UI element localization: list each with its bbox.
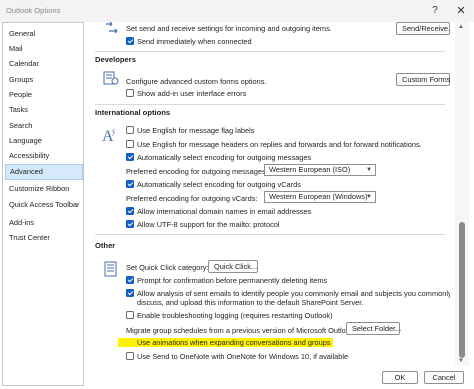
english-flag-labels-label: Use English for message flag labels [137,126,255,135]
send-onenote-checkbox[interactable] [126,352,134,360]
advanced-options-panel: Set send and receive settings for incomi… [90,22,450,366]
prompt-delete-label: Prompt for confirmation before permanent… [137,276,328,285]
svg-text:ÿ: ÿ [112,128,116,136]
scroll-up-icon[interactable]: ▲ [458,24,464,30]
sidebar-item-language[interactable]: Language [9,134,42,147]
auto-encoding-vcards-label: Automatically select encoding for outgoi… [137,180,301,189]
preferred-outgoing-value: Western European (ISO) [269,165,351,174]
quick-click-button[interactable]: Quick Click... [208,260,258,273]
developers-heading: Developers [95,55,136,64]
analysis-sent-label-line2: discuss, and upload this information to … [137,298,364,307]
sidebar-item-customize-ribbon[interactable]: Customize Ribbon [9,182,69,195]
custom-forms-text: Configure advanced custom forms options. [126,77,267,86]
sidebar-item-accessibility[interactable]: Accessibility [9,149,49,162]
chevron-down-icon: ▼ [366,194,372,200]
auto-encoding-outgoing-label: Automatically select encoding for outgoi… [137,153,312,162]
sidebar-item-tasks[interactable]: Tasks [9,103,28,116]
send-receive-button[interactable]: Send/Receive... [396,22,450,35]
send-immediately-label: Send immediately when connected [137,37,252,46]
send-receive-text: Set send and receive settings for incomi… [126,24,332,33]
auto-encoding-outgoing-checkbox[interactable] [126,153,134,161]
send-immediately-checkbox[interactable] [126,37,134,45]
sidebar-item-mail[interactable]: Mail [9,42,23,55]
send-receive-icon [103,22,121,38]
sidebar-item-people[interactable]: People [9,88,32,101]
scroll-down-icon[interactable]: ▼ [458,358,464,364]
divider [95,51,445,52]
other-heading: Other [95,241,116,250]
window-title: Outlook Options [6,6,61,15]
sidebar-item-quick-access-toolbar[interactable]: Quick Access Toolbar [9,198,80,211]
intl-domain-names-checkbox[interactable] [126,207,134,215]
options-scrollbar[interactable]: ▲ ▼ [455,22,469,366]
ok-button[interactable]: OK [382,371,418,384]
animations-label: Use animations when expanding conversati… [118,338,333,347]
preferred-vcards-label: Preferred encoding for outgoing vCards: [126,194,258,203]
show-addin-errors-checkbox[interactable] [126,89,134,97]
international-heading: International options [95,108,171,117]
analysis-sent-label-line1: Allow analysis of sent emails to identif… [137,289,450,298]
sidebar-nav: General Mail Calendar Groups People Task… [2,22,84,386]
divider [95,104,445,105]
migrate-label: Migrate group schedules from a previous … [126,326,356,335]
troubleshooting-logging-label: Enable troubleshooting logging (requires… [137,311,333,320]
sidebar-item-groups[interactable]: Groups [9,73,33,86]
preferred-outgoing-label: Preferred encoding for outgoing messages… [126,167,268,176]
english-headers-label: Use English for message headers on repli… [137,140,422,149]
scrollbar-thumb[interactable] [459,222,465,358]
title-bar: Outlook Options ? ✕ [0,0,474,22]
utf8-mailto-label: Allow UTF-8 support for the mailto: prot… [137,220,280,229]
cancel-button[interactable]: Cancel [424,371,464,384]
auto-encoding-vcards-checkbox[interactable] [126,180,134,188]
select-folder-button[interactable]: Select Folder... [346,322,401,335]
sidebar-item-calendar[interactable]: Calendar [9,57,39,70]
chevron-down-icon: ▼ [366,167,372,173]
intl-domain-names-label: Allow international domain names in emai… [137,207,312,216]
sidebar-item-add-ins[interactable]: Add-ins [9,216,34,229]
show-addin-errors-label: Show add-in user interface errors [137,89,247,98]
sidebar-item-search[interactable]: Search [9,119,32,132]
utf8-mailto-checkbox[interactable] [126,220,134,228]
close-button[interactable]: ✕ [450,2,472,20]
other-options-icon [103,261,119,279]
custom-forms-icon [103,70,119,88]
send-onenote-label: Use Send to OneNote with OneNote for Win… [137,352,349,361]
sidebar-item-general[interactable]: General [9,27,35,40]
sidebar-item-trust-center[interactable]: Trust Center [9,231,50,244]
english-headers-checkbox[interactable] [126,140,134,148]
troubleshooting-logging-checkbox[interactable] [126,311,134,319]
analysis-sent-checkbox[interactable] [126,289,134,297]
preferred-vcards-value: Western European (Windows) [269,192,368,201]
custom-forms-button[interactable]: Custom Forms... [396,73,450,86]
english-flag-labels-checkbox[interactable] [126,126,134,134]
help-button[interactable]: ? [424,2,446,20]
sidebar-item-advanced[interactable]: Advanced [5,164,83,180]
international-icon: Aÿ [102,126,118,146]
quick-click-label: Set Quick Click category: [126,263,209,272]
divider [95,234,445,235]
preferred-vcards-select[interactable]: Western European (Windows) ▼ [264,191,376,203]
prompt-delete-checkbox[interactable] [126,276,134,284]
preferred-outgoing-select[interactable]: Western European (ISO) ▼ [264,164,376,176]
